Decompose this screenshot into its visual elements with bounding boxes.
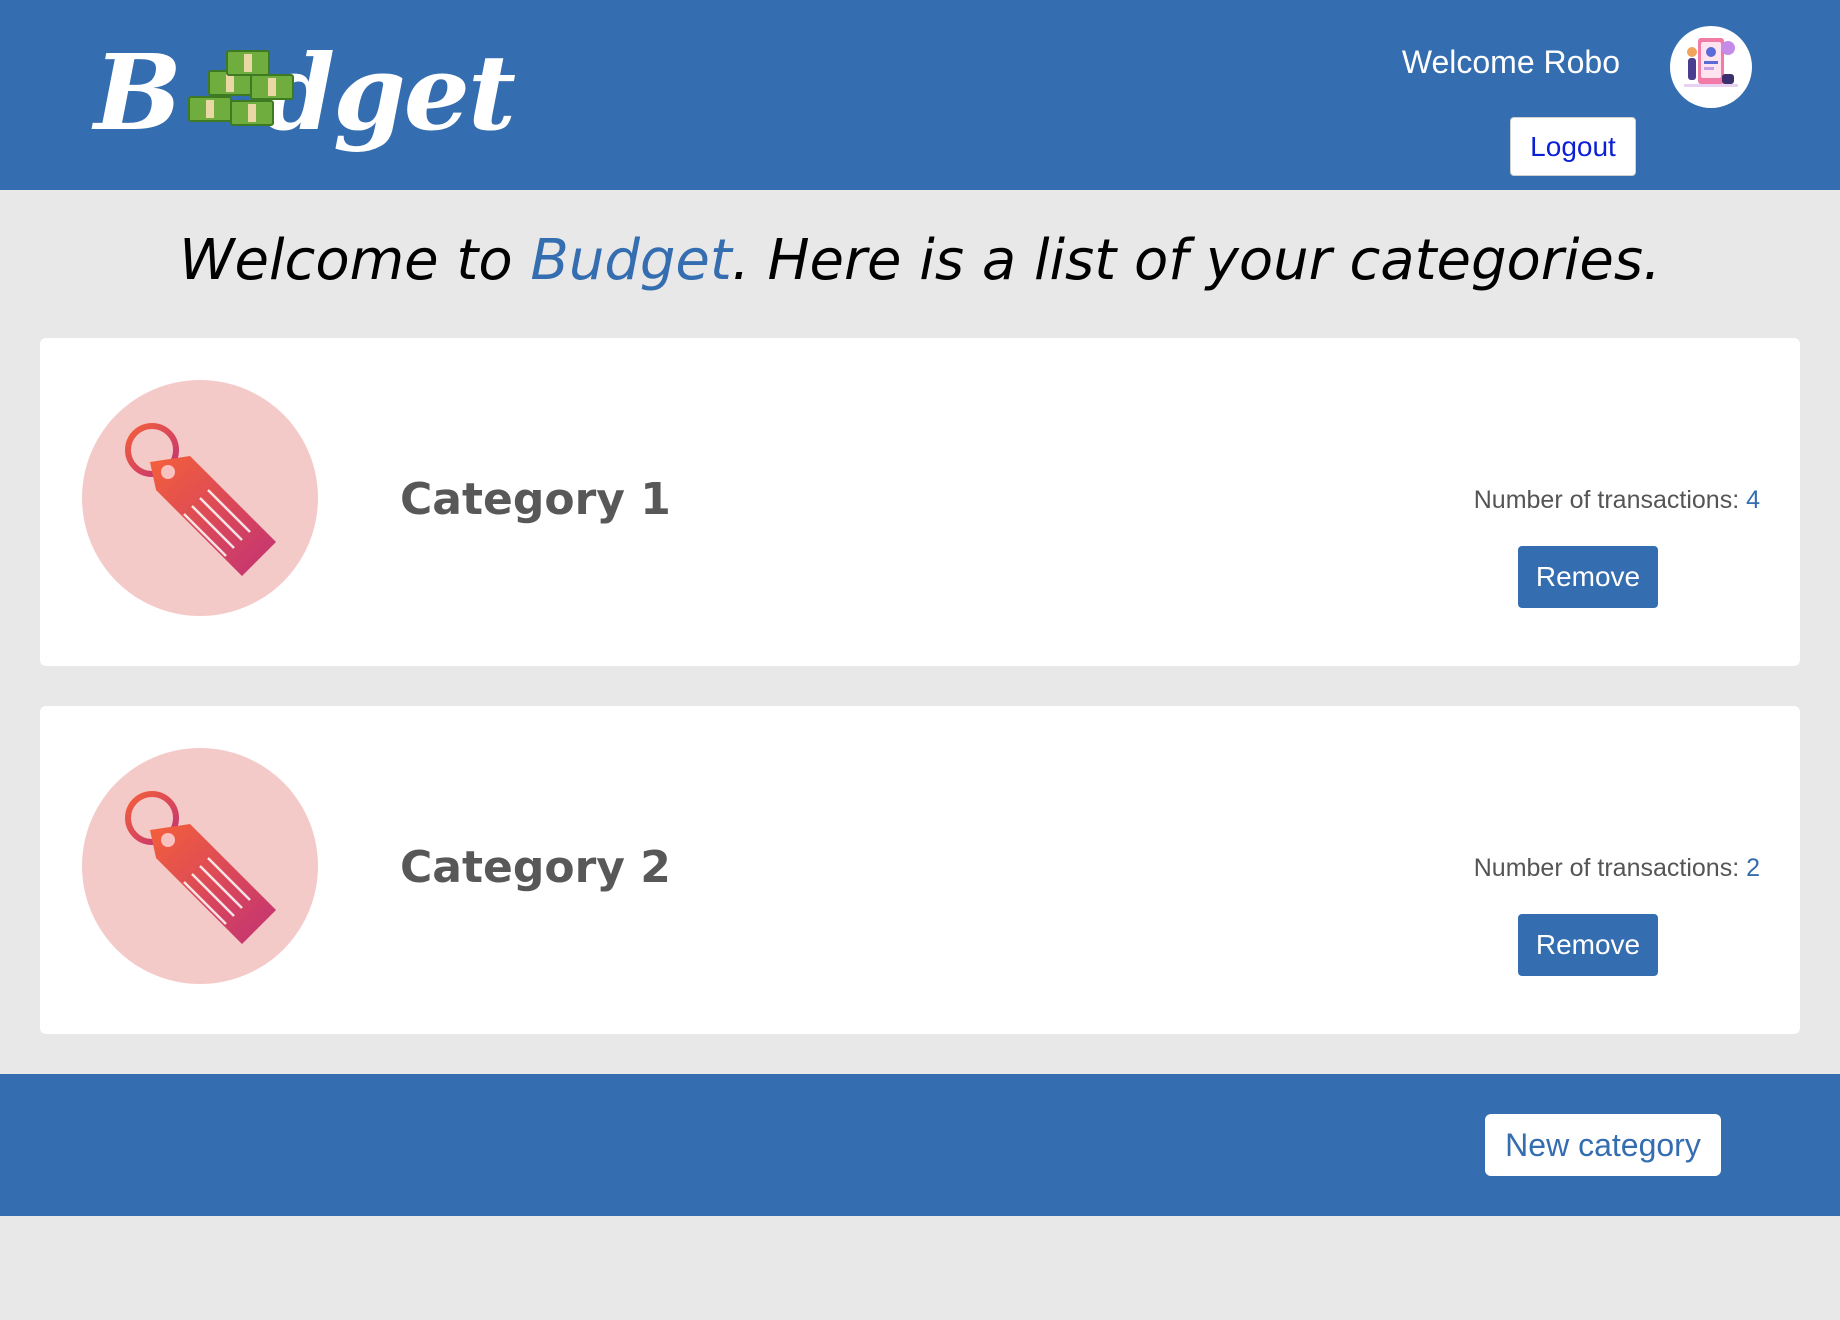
category-name: Category 2 bbox=[400, 842, 671, 893]
remove-category-button[interactable]: Remove bbox=[1518, 546, 1658, 608]
price-tag-icon bbox=[82, 380, 318, 616]
transaction-count-value: 4 bbox=[1746, 486, 1760, 514]
transaction-count-line: Number of transactions: 4 bbox=[1474, 486, 1760, 515]
category-name: Category 1 bbox=[400, 474, 671, 525]
logo-prefix: B bbox=[94, 30, 182, 154]
welcome-user-text: Welcome Robo bbox=[1401, 44, 1620, 80]
remove-category-button[interactable]: Remove bbox=[1518, 914, 1658, 976]
heading-tail: . Here is a list of your categories. bbox=[731, 228, 1661, 293]
heading-lead: Welcome to bbox=[179, 228, 531, 293]
page-title: Welcome to Budget. Here is a list of you… bbox=[0, 228, 1840, 293]
price-tag-icon bbox=[82, 748, 318, 984]
money-stack-icon bbox=[180, 50, 294, 138]
footer: New category bbox=[0, 1074, 1840, 1216]
logout-button[interactable]: Logout bbox=[1510, 117, 1636, 176]
logo-suffix: dget bbox=[262, 30, 516, 154]
category-card[interactable]: Category 1 Number of transactions: 4 Rem… bbox=[40, 338, 1800, 666]
transaction-count-label: Number of transactions: bbox=[1473, 854, 1747, 882]
transaction-count-value: 2 bbox=[1746, 854, 1760, 882]
heading-brand: Budget bbox=[530, 228, 732, 293]
user-avatar-icon[interactable] bbox=[1670, 26, 1752, 108]
transaction-count-label: Number of transactions: bbox=[1473, 486, 1747, 514]
new-category-button[interactable]: New category bbox=[1485, 1114, 1721, 1176]
budget-logo[interactable]: B dget bbox=[94, 22, 516, 162]
category-card[interactable]: Category 2 Number of transactions: 2 Rem… bbox=[40, 706, 1800, 1034]
header: B dget Welcome Robo Logout bbox=[0, 0, 1840, 190]
transaction-count-line: Number of transactions: 2 bbox=[1474, 854, 1760, 883]
